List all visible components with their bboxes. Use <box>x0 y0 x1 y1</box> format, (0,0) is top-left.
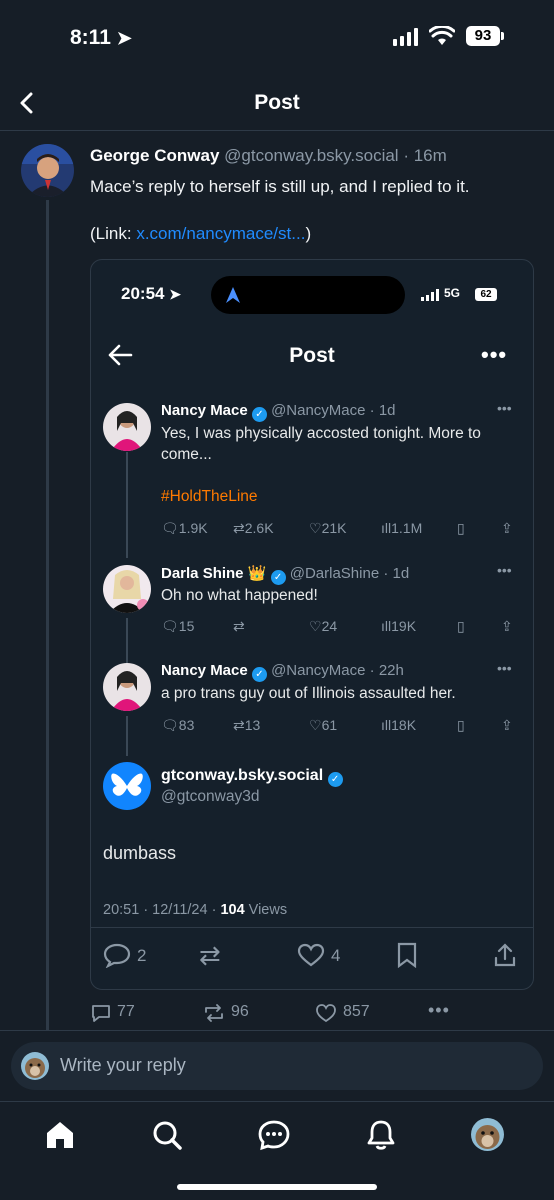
home-icon[interactable] <box>43 1118 77 1152</box>
actions-divider <box>0 1030 554 1031</box>
tweet-header: Nancy Mace ✓ @NancyMace · 22h <box>161 662 404 682</box>
tweet-hashtag: #HoldTheLine <box>161 488 258 505</box>
like-icon[interactable] <box>315 1003 337 1023</box>
tweet-text: Oh no what happened! <box>161 587 318 604</box>
navigation-arrow-icon <box>226 287 240 303</box>
embed-divider <box>91 927 533 928</box>
repost-icon[interactable] <box>203 1003 225 1023</box>
tweet-text: Yes, I was physically accosted tonight. … <box>161 425 481 463</box>
location-arrow-icon: ➤ <box>116 28 132 48</box>
author-name[interactable]: George Conway <box>90 146 219 165</box>
embed-signal-icon <box>421 289 439 301</box>
main-tweet-text: dumbass <box>103 843 177 863</box>
header-divider <box>0 130 554 131</box>
reply-placeholder[interactable]: Write your reply <box>60 1055 186 1076</box>
embed-battery: 62 <box>475 288 497 301</box>
wifi-icon <box>429 26 455 45</box>
status-time: 8:11 ➤ <box>70 26 132 49</box>
embed-thread-line <box>126 716 128 756</box>
tweet-text: a pro trans guy out of Illinois assaulte… <box>161 685 456 702</box>
tweet-header: Nancy Mace ✓ @NancyMace · 1d <box>161 402 396 422</box>
verified-badge-icon: ✓ <box>251 407 267 422</box>
embed-thread-line <box>126 452 128 558</box>
tweet-header: gtconway.bsky.social ✓ <box>161 767 343 787</box>
embed-title: Post <box>289 344 335 367</box>
battery-indicator: 93 <box>466 26 500 46</box>
cellular-signal-icon <box>393 28 418 46</box>
main-tweet-meta: 20:51 · 12/11/24 · 104 Views <box>103 902 288 918</box>
embedded-image[interactable]: 20:54 ➤ 5G 62 Post ••• Nancy Mace ✓ @Nan… <box>90 259 534 990</box>
bell-icon[interactable] <box>364 1118 398 1152</box>
reply-count: 🗨︎1.9K <box>161 520 208 536</box>
post-meta: George Conway @gtconway.bsky.social · 16… <box>90 146 447 165</box>
like-count: ♡21K <box>309 520 347 536</box>
home-indicator <box>177 1184 377 1190</box>
post-text: Mace’s reply to herself is still up, and… <box>90 177 470 196</box>
reply-icon[interactable] <box>90 1003 112 1023</box>
embed-reply-count: 2 <box>137 946 147 965</box>
tweet-handle: @gtconway3d <box>161 788 260 805</box>
views-count: ıll1.1M <box>381 520 423 536</box>
embed-status-time: 20:54 ➤ <box>121 284 181 303</box>
tabbar-divider <box>0 1101 554 1102</box>
tweet-more-icon: ••• <box>497 660 512 676</box>
my-avatar <box>21 1052 49 1080</box>
embed-thread-line <box>126 618 128 664</box>
author-avatar[interactable] <box>21 144 74 197</box>
bookmark-icon: ▯ <box>457 520 465 536</box>
more-options-icon[interactable]: ••• <box>428 1000 450 1021</box>
share-icon: ⇪ <box>501 520 513 536</box>
battery-nub <box>501 32 504 40</box>
embed-more-icon: ••• <box>481 342 508 367</box>
tweet-actions: 🗨︎15 ⇄ ♡24 ıll19K ▯ ⇪ <box>161 618 513 634</box>
repost-count: 96 <box>231 1003 249 1020</box>
post-link[interactable]: x.com/nancymace/st... <box>136 224 305 243</box>
post-age: 16m <box>413 146 447 165</box>
location-arrow-icon: ➤ <box>169 286 181 302</box>
tweet-avatar <box>103 403 151 451</box>
verified-badge-icon: ✓ <box>327 772 343 787</box>
reply-count: 77 <box>117 1003 135 1020</box>
crown-emoji: 👑 <box>247 565 267 582</box>
repost-count: ⇄2.6K <box>233 520 274 536</box>
verified-badge-icon: ✓ <box>270 570 286 585</box>
thread-line <box>46 200 49 1030</box>
embed-bookmark-icon <box>397 942 417 968</box>
search-icon[interactable] <box>150 1118 184 1152</box>
embed-like-count: 4 <box>331 946 341 965</box>
tweet-actions: 🗨︎1.9K ⇄2.6K ♡21K ıll1.1M ▯ ⇪ <box>161 520 521 540</box>
post-link-line: (Link: x.com/nancymace/st...) <box>90 224 312 243</box>
bluesky-avatar <box>103 762 151 810</box>
tweet-actions: 🗨︎83 ⇄13 ♡61 ıll18K ▯ ⇪ <box>161 717 513 733</box>
tweet-avatar <box>103 663 151 711</box>
profile-avatar[interactable] <box>471 1118 504 1151</box>
embed-share-icon <box>494 943 516 967</box>
tweet-header: Darla Shine 👑 ✓ @DarlaShine · 1d <box>161 565 410 585</box>
embed-like-icon <box>297 943 325 967</box>
tweet-more-icon: ••• <box>497 400 512 416</box>
tweet-more-icon: ••• <box>497 562 512 578</box>
page-title: Post <box>254 91 300 114</box>
embed-reply-icon <box>103 943 131 968</box>
dynamic-island <box>211 276 405 314</box>
verified-badge-icon: ✓ <box>251 667 267 682</box>
like-count: 857 <box>343 1003 370 1020</box>
embed-repost-icon: ⇄ <box>199 940 221 970</box>
chat-icon[interactable] <box>257 1118 291 1152</box>
embed-network-label: 5G <box>444 286 461 300</box>
author-handle[interactable]: @gtconway.bsky.social <box>224 146 398 165</box>
tweet-avatar <box>103 565 151 613</box>
